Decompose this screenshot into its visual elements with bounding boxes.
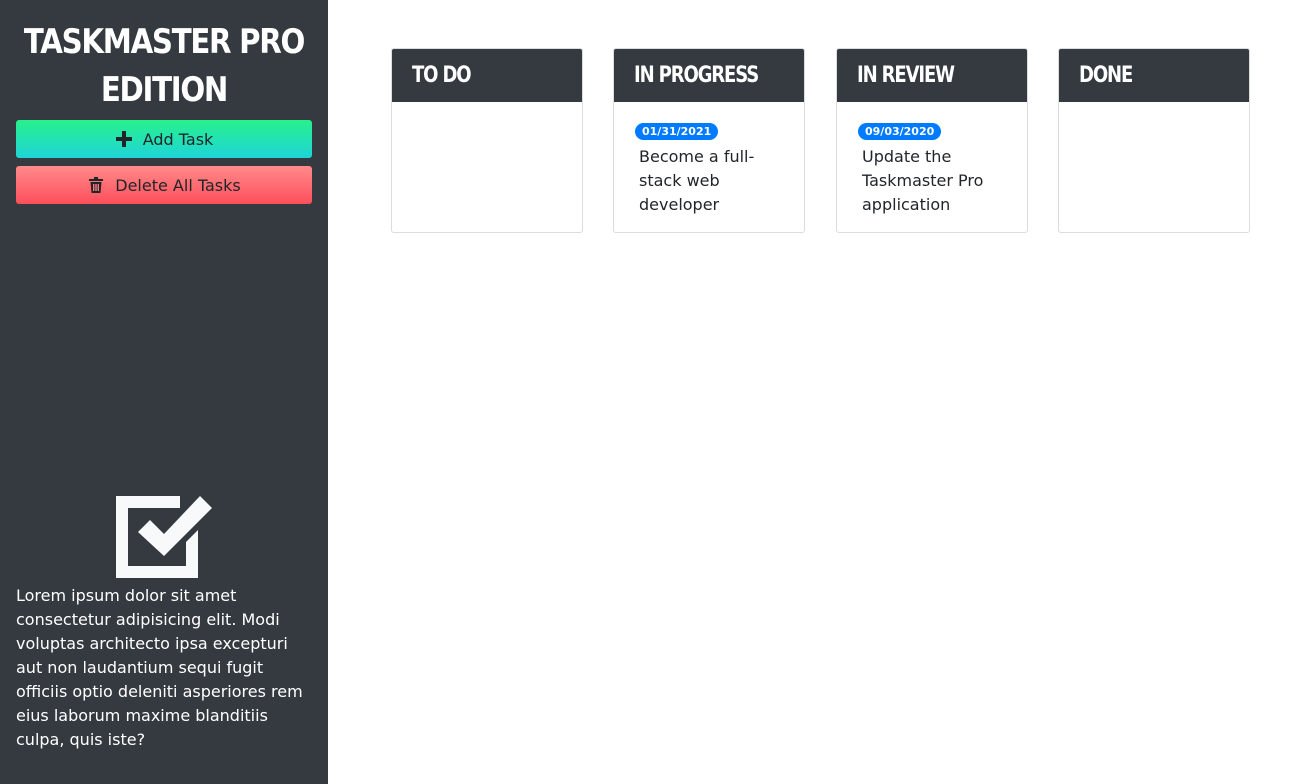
column-done: Done [1058,48,1250,233]
task-text[interactable]: Become a full-stack web developer [635,145,785,217]
sidebar: Taskmaster Pro Edition Add Task Delete A… [0,0,328,784]
delete-all-tasks-label: Delete All Tasks [115,175,241,195]
column-title: Done [1079,63,1133,88]
task-text[interactable]: Update the Taskmaster Pro application [858,145,1008,217]
delete-all-tasks-button[interactable]: Delete All Tasks [16,166,312,204]
column-title: In Review [857,63,955,88]
column-title: In Progress [634,63,759,88]
due-date-badge[interactable]: 09/03/2020 [858,123,942,140]
column-header: Done [1059,49,1249,102]
column-title: To Do [412,63,472,88]
trash-icon [87,176,105,194]
add-task-button[interactable]: Add Task [16,120,312,158]
task-list[interactable]: 01/31/2021 Become a full-stack web devel… [614,102,804,217]
add-task-label: Add Task [142,129,214,149]
column-todo: To Do [391,48,583,233]
column-header: In Review [837,49,1027,102]
column-header: To Do [392,49,582,102]
sidebar-description: Lorem ipsum dolor sit amet consectetur a… [16,586,303,749]
plus-icon [115,130,133,148]
app-title: Taskmaster Pro Edition [23,22,305,110]
column-in-review: In Review 09/03/2020 Update the Taskmast… [836,48,1028,233]
task-item[interactable]: 09/03/2020 Update the Taskmaster Pro app… [837,102,1027,217]
task-list[interactable]: 09/03/2020 Update the Taskmaster Pro app… [837,102,1027,217]
column-in-progress: In Progress 01/31/2021 Become a full-sta… [613,48,805,233]
task-item[interactable]: 01/31/2021 Become a full-stack web devel… [614,102,804,217]
due-date-badge[interactable]: 01/31/2021 [635,123,719,140]
checkbox-check-icon [114,490,214,580]
column-header: In Progress [614,49,804,102]
